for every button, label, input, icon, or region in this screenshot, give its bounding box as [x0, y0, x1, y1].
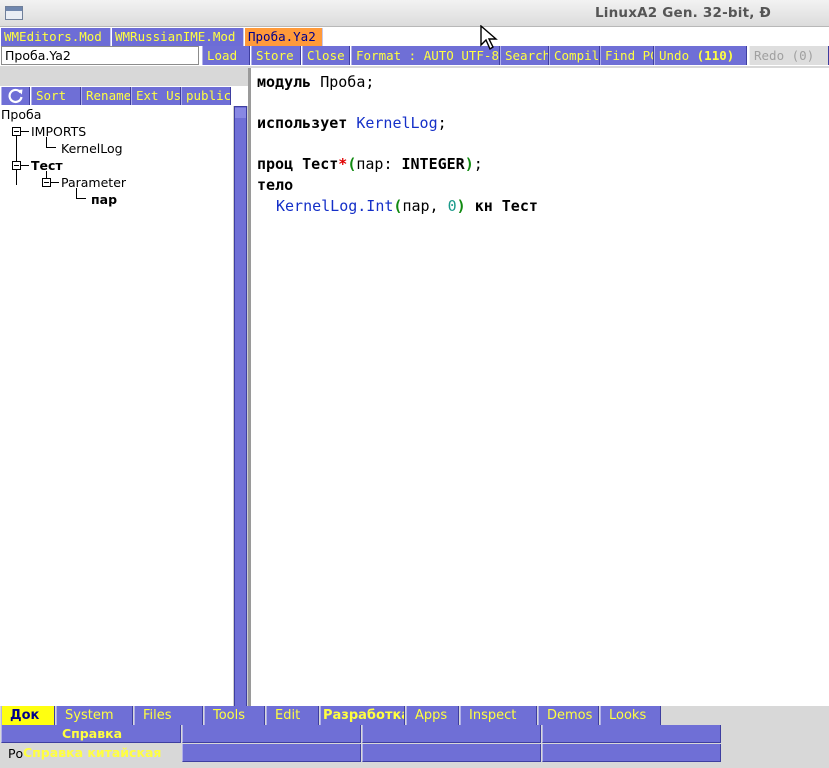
code-identifier: Тест: [501, 197, 538, 215]
menu-apps[interactable]: Apps: [406, 706, 459, 725]
code-number: 0: [447, 197, 457, 215]
code-line-7: KernelLog.Int(пар, 0) кн Тест: [276, 197, 538, 215]
tree-line: [51, 182, 59, 183]
tree-line: [21, 131, 29, 132]
collapse-imports-icon[interactable]: [12, 127, 21, 136]
code-punct: ,: [429, 197, 439, 215]
store-button[interactable]: Store !: [251, 46, 301, 65]
undo-label: Undo: [659, 48, 690, 63]
public-button[interactable]: public: [181, 87, 231, 105]
tree-line: [46, 171, 47, 178]
window-title: LinuxA2 Gen. 32-bit, Ð: [594, 5, 771, 21]
code-editor[interactable]: модуль Проба; использует KernelLog; проц…: [251, 68, 829, 706]
submenu-help[interactable]: Справка: [1, 725, 181, 743]
code-line-6: тело: [257, 176, 293, 194]
code-identifier: пар: [402, 197, 430, 215]
code-identifier: пар: [356, 155, 384, 173]
code-keyword: кн: [474, 197, 493, 215]
tab-proba-active[interactable]: Проба.Ya2: [245, 28, 323, 46]
code-identifier: KernelLog: [356, 114, 438, 132]
submenu-help-chinese-label: Справка китайская: [23, 745, 162, 760]
menu-files[interactable]: Files: [134, 706, 203, 725]
code-punct: ;: [437, 114, 447, 132]
collapse-proc-icon[interactable]: [12, 161, 21, 170]
search-button[interactable]: Search: [500, 46, 549, 65]
filename-input[interactable]: Проба.Ya2: [1, 46, 199, 65]
code-paren: (: [347, 155, 357, 173]
tree-line: [21, 165, 29, 166]
tree-line: [76, 198, 86, 199]
code-punct: :: [383, 155, 393, 173]
code-identifier: Тест: [302, 155, 339, 173]
menu-dok[interactable]: Док: [1, 706, 55, 725]
menu-razrabotka[interactable]: Разработка: [320, 706, 405, 725]
tree-line: [76, 188, 77, 198]
redo-count: (0): [791, 48, 815, 63]
code-type: INTEGER: [401, 155, 465, 173]
rename-button[interactable]: Rename: [81, 87, 131, 105]
tab-wmeditors[interactable]: WMEditors.Mod: [1, 28, 111, 46]
redo-button[interactable]: Redo (0): [749, 46, 829, 65]
find-pc-button[interactable]: Find PC: [600, 46, 654, 65]
code-punct: ;: [473, 155, 483, 173]
tree-root[interactable]: Проба: [1, 107, 41, 122]
close-button[interactable]: Close: [302, 46, 350, 65]
format-selector[interactable]: Format : AUTO UTF-8: [351, 46, 500, 65]
menu-tools[interactable]: Tools: [204, 706, 265, 725]
code-line-3: использует KernelLog;: [257, 114, 447, 132]
ext-us-button[interactable]: Ext Us: [131, 87, 181, 105]
undo-button[interactable]: Undo (110): [654, 46, 747, 65]
menu-edit[interactable]: Edit: [266, 706, 319, 725]
tree-imports[interactable]: IMPORTS: [31, 124, 86, 139]
tree-parameter[interactable]: Parameter: [61, 175, 126, 190]
compile-button[interactable]: Compile: [549, 46, 600, 65]
submenu-empty[interactable]: [542, 725, 721, 743]
submenu-empty[interactable]: [182, 725, 361, 743]
code-keyword: тело: [257, 176, 294, 194]
menu-demos[interactable]: Demos: [538, 706, 599, 725]
scroll-up-icon[interactable]: [235, 108, 246, 118]
code-line-1: модуль Проба;: [257, 73, 374, 91]
submenu-empty[interactable]: [182, 744, 361, 762]
load-button[interactable]: Load: [202, 46, 250, 65]
code-call: KernelLog.Int: [276, 197, 394, 215]
code-paren: ): [456, 197, 466, 215]
sort-button[interactable]: Sort: [31, 87, 81, 105]
redo-label: Redo: [754, 48, 785, 63]
submenu-empty[interactable]: [362, 725, 541, 743]
collapse-parameter-icon[interactable]: [42, 178, 51, 187]
submenu-empty[interactable]: [362, 744, 541, 762]
code-keyword: проц: [257, 155, 294, 173]
submenu-help-chinese[interactable]: Справка китайская: [1, 744, 181, 762]
module-tree[interactable]: Проба IMPORTS KernelLog Тест Parameter п…: [0, 106, 233, 706]
menu-looks[interactable]: Looks: [600, 706, 661, 725]
mouse-cursor-icon: [480, 25, 498, 51]
window-icon[interactable]: [5, 6, 23, 20]
code-line-5: проц Тест*(пар: INTEGER);: [257, 155, 483, 173]
submenu-empty[interactable]: [542, 744, 721, 762]
tree-scrollbar-thumb[interactable]: [234, 106, 247, 736]
tree-line: [46, 137, 47, 147]
code-identifier: Проба: [320, 73, 366, 91]
refresh-icon: [8, 88, 23, 104]
undo-count: (110): [696, 48, 735, 63]
submenu-help-label: Справка: [62, 726, 123, 741]
code-keyword: использует: [257, 114, 348, 132]
tree-import-kernellog[interactable]: KernelLog: [61, 141, 123, 156]
tree-line: [16, 133, 17, 185]
refresh-button[interactable]: [1, 87, 30, 105]
code-paren: ): [464, 155, 474, 173]
code-keyword: модуль: [257, 73, 312, 91]
tab-wmrussianime[interactable]: WMRussianIME.Mod: [112, 28, 244, 46]
tree-line: [46, 147, 56, 148]
code-export-mark: *: [338, 155, 348, 173]
menu-system[interactable]: System: [56, 706, 133, 725]
menu-inspect[interactable]: Inspect: [460, 706, 537, 725]
tree-param-par[interactable]: пар: [91, 192, 117, 207]
code-punct: ;: [365, 73, 375, 91]
left-pane-header: [0, 68, 249, 86]
